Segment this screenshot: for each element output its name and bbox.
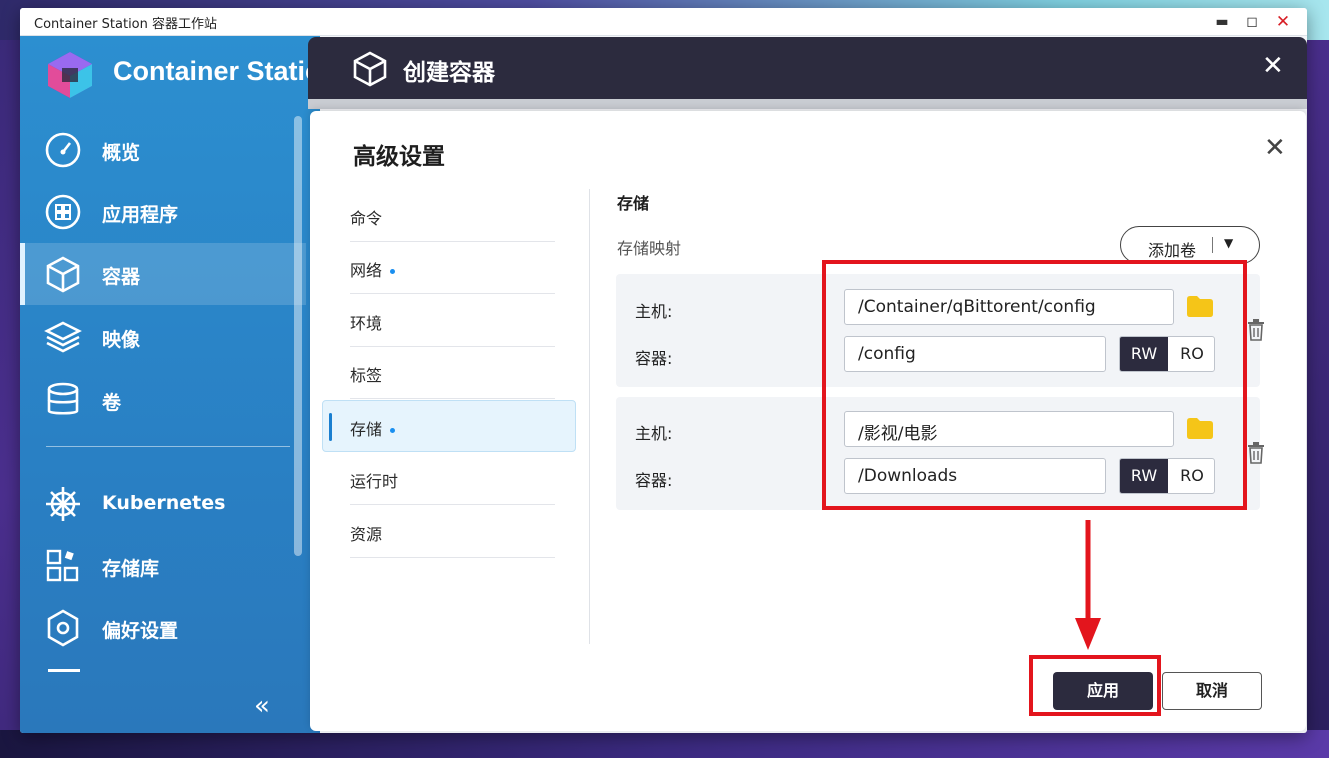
apps-grid-icon [45,194,81,230]
create-container-dialog-header: 创建容器 ✕ [308,37,1307,99]
modified-dot-icon [390,428,396,433]
helm-wheel-icon [46,487,80,521]
settings-menu-storage[interactable]: 存储 [322,400,576,452]
window-title: Container Station 容器工作站 [34,17,218,32]
cancel-button[interactable]: 取消 [1162,672,1262,710]
sidebar-item-preferences[interactable]: 偏好设置 [20,597,306,659]
sidebar-item-volumes[interactable]: 卷 [20,369,306,431]
collapse-sidebar-button[interactable]: « [254,691,270,721]
sidebar-item-label: 映像 [102,329,141,351]
menu-label: 运行时 [350,472,399,491]
sidebar-item-label: Kubernetes [102,492,226,514]
sidebar-item-label: 存储库 [102,558,160,580]
partial-nav-icon [48,669,80,672]
annotation-highlight-box [1029,655,1161,716]
menu-label: 资源 [350,525,383,544]
desktop-wallpaper-bottom [0,730,1329,758]
panel-title: 高级设置 [353,144,445,170]
repository-icon [46,549,79,582]
maximize-icon[interactable]: ◻ [1242,12,1262,32]
menu-label: 环境 [350,314,383,333]
settings-menu-resources[interactable]: 资源 [350,506,555,558]
sidebar-item-kubernetes[interactable]: Kubernetes [20,473,306,535]
annotation-highlight-box [822,260,1247,510]
host-label: 主机: [635,424,673,443]
minimize-icon[interactable]: ▬ [1212,12,1232,32]
close-icon[interactable]: ✕ [1262,51,1284,81]
sidebar-scrollbar[interactable] [294,116,302,556]
sidebar-item-label: 容器 [102,266,141,288]
dialog-title: 创建容器 [403,60,495,86]
trash-icon[interactable] [1247,442,1265,464]
gear-icon [47,609,79,647]
sidebar-item-label: 卷 [102,392,122,414]
menu-label: 标签 [350,366,383,385]
section-subtitle: 存储映射 [617,239,682,258]
settings-menu-command[interactable]: 命令 [350,190,555,242]
layers-icon [44,321,82,353]
sidebar-item-registry[interactable]: 存储库 [20,535,306,597]
cube-icon [353,51,387,87]
sidebar-item-label: 概览 [102,142,141,164]
close-window-icon[interactable]: ✕ [1273,12,1293,32]
window-titlebar: Container Station 容器工作站 ▬ ◻ ✕ [20,8,1307,36]
container-label: 容器: [635,349,673,368]
sidebar-item-label: 偏好设置 [102,620,179,642]
add-volume-button[interactable]: 添加卷 ▼ [1120,226,1260,264]
modified-dot-icon [390,269,396,274]
add-volume-label: 添加卷 [1148,241,1197,260]
button-separator [1212,237,1213,253]
database-icon [47,382,79,415]
container-station-logo [48,52,92,98]
sidebar-item-containers[interactable]: 容器 [20,243,306,305]
trash-icon[interactable] [1247,319,1265,341]
section-title: 存储 [617,194,650,213]
settings-menu-environment[interactable]: 环境 [350,295,555,347]
sidebar-divider [46,446,290,447]
app-name: Container Station [113,56,339,86]
sidebar-item-overview[interactable]: 概览 [20,119,306,181]
settings-menu-network[interactable]: 网络 [350,242,555,294]
panel-divider [589,189,590,644]
settings-menu-labels[interactable]: 标签 [350,347,555,399]
sidebar-item-label: 应用程序 [102,204,179,226]
sidebar-item-apps[interactable]: 应用程序 [20,181,306,243]
host-label: 主机: [635,302,673,321]
chevron-down-icon[interactable]: ▼ [1224,236,1233,250]
dialog-background-strip [308,99,1307,109]
close-icon[interactable]: ✕ [1264,133,1286,163]
settings-menu-runtime[interactable]: 运行时 [350,453,555,505]
gauge-icon [45,132,81,168]
menu-label: 网络 [350,261,383,280]
sidebar: Container Station 概览 应用程序 容器 映像 卷 Kubern… [20,36,338,733]
sidebar-item-images[interactable]: 映像 [20,306,306,368]
menu-label: 存储 [350,420,383,439]
menu-label: 命令 [350,209,383,228]
container-label: 容器: [635,471,673,490]
cube-icon [46,256,80,293]
